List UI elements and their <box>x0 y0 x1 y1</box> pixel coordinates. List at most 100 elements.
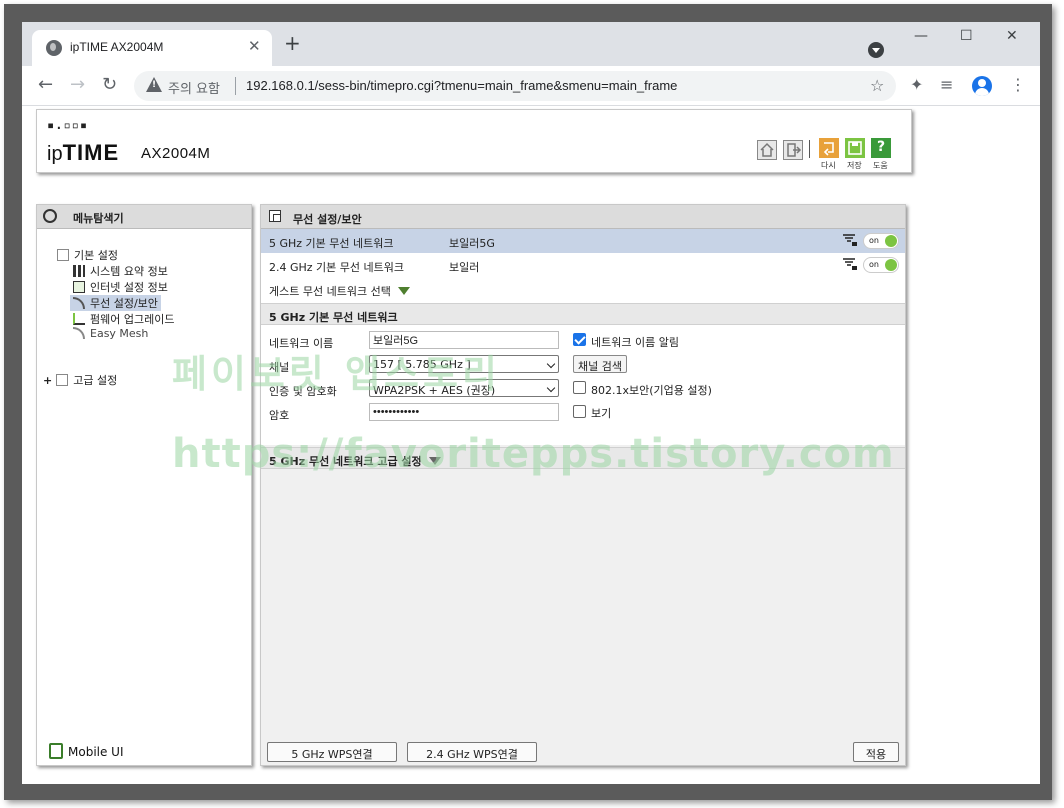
dropdown-triangle-icon <box>397 287 410 295</box>
save-label[interactable]: 저장 <box>847 160 862 171</box>
browser-toolbar: ← → ↻ 주의 요함 192.168.0.1/sess-bin/timepro… <box>22 66 1040 106</box>
broadcast-checkbox[interactable] <box>573 333 586 346</box>
minimize-button[interactable]: — <box>914 28 928 44</box>
wps-5ghz-button[interactable]: 5 GHz WPS연결 <box>267 742 397 762</box>
monitor-icon <box>73 281 85 293</box>
filter-lock-icon[interactable] <box>843 258 857 270</box>
password-label: 암호 <box>269 409 290 422</box>
mobile-ui-link[interactable]: Mobile UI <box>49 743 124 759</box>
network-ssid: 보일러 <box>449 261 480 274</box>
reload-config-icon[interactable] <box>819 138 839 158</box>
network-row-5ghz[interactable]: 5 GHz 기본 무선 네트워크 보일러5G on <box>261 229 905 253</box>
profile-avatar-icon[interactable] <box>972 76 992 96</box>
router-page: ▪.▫▫▪ ipTIME AX2004M 다시 저장 ? 도움 메뉴탐색기 기본… <box>22 107 1040 784</box>
menu-panel: 메뉴탐색기 기본 설정 시스템 요약 정보 인터넷 설정 정보 무선 설정/보안… <box>36 204 252 766</box>
folder-icon <box>57 249 69 261</box>
tab-close-icon[interactable]: ✕ <box>248 37 261 55</box>
reload-label[interactable]: 다시 <box>821 160 836 171</box>
channel-search-button[interactable]: 채널 검색 <box>573 355 627 373</box>
channel-value: 157 [ 5.785 GHz ] <box>373 358 471 371</box>
menu-panel-header: 메뉴탐색기 <box>37 205 251 229</box>
help-icon[interactable]: ? <box>871 138 891 158</box>
toggle-knob <box>885 235 897 247</box>
menu-item-easy-mesh[interactable]: Easy Mesh <box>73 327 148 340</box>
toggle-state: on <box>869 260 879 269</box>
browser-window: ipTIME AX2004M ✕ + — ☐ ✕ ← → ↻ 주의 요함 192… <box>22 22 1040 784</box>
menu-item-firmware-upgrade[interactable]: 펌웨어 업그레이드 <box>73 311 174 327</box>
close-window-button[interactable]: ✕ <box>1006 28 1018 44</box>
browser-tab[interactable]: ipTIME AX2004M ✕ <box>32 30 272 66</box>
menu-kebab-icon[interactable]: ⋮ <box>1010 76 1026 94</box>
warning-icon[interactable] <box>146 77 162 92</box>
show-password-checkbox[interactable] <box>573 405 586 418</box>
network-row-2ghz[interactable]: 2.4 GHz 기본 무선 네트워크 보일러 on <box>261 253 905 277</box>
menu-item-wireless-security[interactable]: 무선 설정/보안 <box>70 295 161 311</box>
url-separator <box>235 77 236 95</box>
iptime-header: ▪.▫▫▪ ipTIME AX2004M 다시 저장 ? 도움 <box>36 109 912 173</box>
tree-group-advanced[interactable]: + 고급 설정 <box>43 372 117 388</box>
home-icon[interactable] <box>757 140 777 160</box>
advanced-settings-header[interactable]: 5 GHz 무선 네트워크 고급 설정 <box>261 447 905 469</box>
tab-title: ipTIME AX2004M <box>70 40 164 54</box>
network-band: 5 GHz 기본 무선 네트워크 <box>269 237 394 250</box>
show-password-label: 보기 <box>591 407 612 420</box>
content-panel: 무선 설정/보안 5 GHz 기본 무선 네트워크 보일러5G on 2.4 G… <box>260 204 906 766</box>
password-input[interactable] <box>369 403 559 421</box>
tab-strip: ipTIME AX2004M ✕ + — ☐ ✕ <box>22 22 1040 66</box>
back-icon[interactable]: ← <box>38 75 53 95</box>
tab-search-icon[interactable] <box>868 42 884 58</box>
maximize-button[interactable]: ☐ <box>960 28 973 44</box>
auth-value: WPA2PSK + AES (권장) <box>373 384 496 397</box>
network-band: 2.4 GHz 기본 무선 네트워크 <box>269 261 405 274</box>
network-toggle[interactable]: on <box>863 257 899 273</box>
address-bar[interactable]: 주의 요함 192.168.0.1/sess-bin/timepro.cgi?t… <box>134 71 896 101</box>
help-label[interactable]: 도움 <box>873 160 888 171</box>
reload-icon[interactable]: ↻ <box>102 75 117 95</box>
dropdown-triangle-icon <box>428 457 441 465</box>
mesh-icon <box>73 327 85 339</box>
network-ssid: 보일러5G <box>449 237 495 250</box>
logo-dots: ▪.▫▫▪ <box>47 118 89 132</box>
ssid-input[interactable] <box>369 331 559 349</box>
guest-network-select[interactable]: 게스트 무선 네트워크 선택 <box>269 283 410 299</box>
apply-button[interactable]: 적용 <box>853 742 899 762</box>
save-icon[interactable] <box>845 138 865 158</box>
menu-item-label: Easy Mesh <box>90 327 149 340</box>
logout-icon[interactable] <box>783 140 803 160</box>
guest-select-label: 게스트 무선 네트워크 선택 <box>269 285 391 298</box>
menu-item-label: 무선 설정/보안 <box>90 297 158 310</box>
header-divider <box>809 140 810 158</box>
new-tab-button[interactable]: + <box>284 33 301 53</box>
auth-label: 인증 및 암호화 <box>269 385 337 398</box>
forward-icon[interactable]: → <box>70 75 85 95</box>
globe-icon <box>46 40 62 56</box>
network-toggle[interactable]: on <box>863 233 899 249</box>
security-warning-text[interactable]: 주의 요함 <box>168 78 220 97</box>
tree-group-basic[interactable]: 기본 설정 <box>57 247 118 263</box>
broadcast-label: 네트워크 이름 알림 <box>591 336 679 349</box>
wps-24ghz-button[interactable]: 2.4 GHz WPS연결 <box>407 742 537 762</box>
upgrade-icon <box>73 313 85 325</box>
url-text[interactable]: 192.168.0.1/sess-bin/timepro.cgi?tmenu=m… <box>246 78 677 93</box>
filter-lock-icon[interactable] <box>843 234 857 246</box>
enterprise-checkbox[interactable] <box>573 381 586 394</box>
ssid-label: 네트워크 이름 <box>269 337 334 350</box>
reading-list-icon[interactable]: ≡ <box>940 76 953 94</box>
content-header: 무선 설정/보안 <box>261 205 905 229</box>
extensions-icon[interactable]: ✦ <box>910 76 923 94</box>
auth-select[interactable]: WPA2PSK + AES (권장) <box>369 379 559 397</box>
section-title: 5 GHz 기본 무선 네트워크 <box>269 311 398 324</box>
menu-item-internet-info[interactable]: 인터넷 설정 정보 <box>73 279 168 295</box>
advanced-settings-title: 5 GHz 무선 네트워크 고급 설정 <box>269 453 441 469</box>
advanced-settings-label: 5 GHz 무선 네트워크 고급 설정 <box>269 455 422 468</box>
copy-icon <box>269 210 281 222</box>
enterprise-label: 802.1x보안(기업용 설정) <box>591 384 712 397</box>
channel-select[interactable]: 157 [ 5.785 GHz ] <box>369 355 559 373</box>
toggle-knob <box>885 259 897 271</box>
expand-plus-icon[interactable]: + <box>43 374 52 387</box>
menu-item-system-summary[interactable]: 시스템 요약 정보 <box>73 263 168 279</box>
bookmark-star-icon[interactable]: ☆ <box>870 76 884 95</box>
menu-item-label: 펌웨어 업그레이드 <box>90 313 175 326</box>
menu-item-label: 인터넷 설정 정보 <box>90 281 168 294</box>
mobile-ui-label: Mobile UI <box>68 745 124 759</box>
